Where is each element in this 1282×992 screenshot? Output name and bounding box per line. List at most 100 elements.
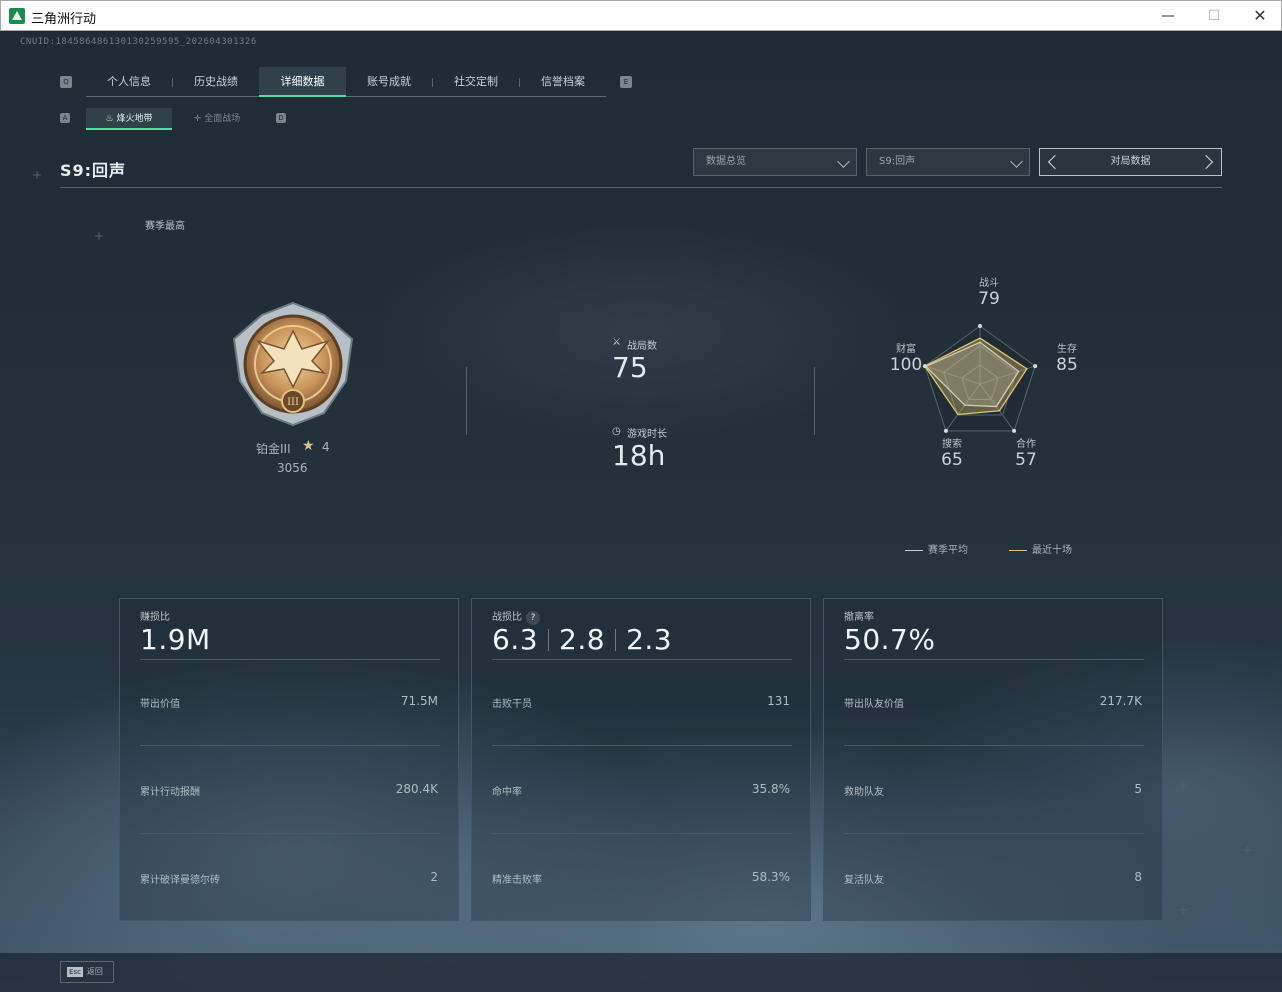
radar-label-combat: 战斗: [979, 278, 999, 289]
deco-plus-icon: +: [1178, 779, 1189, 793]
card-big-part: 2.3: [626, 623, 673, 656]
radar-value-survival: 85: [1056, 355, 1078, 375]
card-divider: [492, 745, 792, 746]
section-divider: [466, 367, 467, 435]
chevron-right-icon[interactable]: [1198, 154, 1214, 170]
card-divider: [140, 659, 440, 660]
cnuid-text: CNUID:18458648613013025959​5_20260430132…: [20, 37, 257, 47]
flame-icon: ♨: [105, 114, 117, 124]
delta-force-logo-icon: [9, 8, 25, 24]
tab-social[interactable]: 社交定制: [433, 67, 519, 97]
subtab-label: 全面战场: [204, 114, 241, 124]
playtime-value: 18h: [612, 439, 666, 472]
tab-detailed-data[interactable]: 详细数据: [259, 67, 346, 97]
clock-icon: ◷: [612, 426, 621, 437]
header-divider: [60, 187, 1222, 188]
profit-loss-card: 赚损比 1.9M 带出价值 71.5M 累计行动报酬 280.4K 累计破译曼德…: [119, 598, 459, 921]
subtab-operations[interactable]: ♨ 烽火地带: [86, 108, 172, 130]
tab-match-history[interactable]: 历史战绩: [173, 67, 259, 97]
svg-text:III: III: [287, 397, 299, 408]
card-big-part: 2.8: [559, 623, 606, 656]
season-title: S9:回声: [60, 161, 127, 180]
chevron-down-icon: [837, 155, 850, 168]
card-divider: [492, 659, 792, 660]
chevron-left-icon[interactable]: [1047, 154, 1063, 170]
card-divider: [844, 833, 1144, 834]
rank-star-icon: ★: [302, 438, 315, 454]
card-divider: [140, 833, 440, 834]
radar-label-search: 搜索: [942, 439, 962, 450]
main-nav: 个人信息 历史战绩 详细数据 账号成就 社交定制 信誉档案: [86, 67, 606, 97]
row-value: 5: [1134, 782, 1142, 796]
card-divider: [844, 745, 1144, 746]
row-value: 131: [767, 694, 790, 708]
nav-next-key-icon[interactable]: E: [620, 76, 632, 88]
card-big-value: 6.3 2.8 2.3: [492, 623, 672, 656]
tab-credit-record[interactable]: 信誉档案: [520, 67, 606, 97]
radar-axis-dot: [1012, 428, 1017, 433]
minimize-button[interactable]: —: [1145, 1, 1191, 31]
row-label: 精准击败率: [492, 875, 542, 886]
radar-label-wealth: 财富: [896, 344, 916, 355]
subnav-prev-key-icon[interactable]: A: [60, 113, 70, 123]
season-best-label: 赛季最高: [145, 221, 185, 232]
radar-value-combat: 79: [978, 289, 1000, 309]
maximize-button[interactable]: ☐: [1191, 1, 1237, 31]
row-value: 8: [1134, 870, 1142, 884]
overview-dropdown[interactable]: 数据总览: [693, 148, 857, 176]
nav-prev-key-icon[interactable]: Q: [60, 76, 72, 88]
platinum-rank-medal-icon: III: [232, 301, 354, 427]
card-label: 撤离率: [844, 612, 874, 623]
subtab-warfare[interactable]: ✛ 全面战场: [174, 108, 260, 130]
deco-plus-icon: +: [1242, 843, 1253, 857]
section-divider: [814, 367, 815, 435]
row-value: 2: [430, 870, 438, 884]
card-label-text: 战损比: [492, 612, 522, 623]
close-button[interactable]: ✕: [1237, 1, 1282, 31]
dropdown-value: 数据总览: [706, 156, 746, 167]
row-label: 救助队友: [844, 787, 884, 798]
radar-value-search: 65: [941, 450, 963, 470]
card-big-part: 6.3: [492, 623, 539, 656]
kd-ratio-card: 战损比? 6.3 2.8 2.3 击败干员 131 命中率 35.8% 精准击败率 …: [471, 598, 811, 921]
radar-label-teamwork: 合作: [1016, 439, 1036, 450]
row-label: 命中率: [492, 787, 522, 798]
card-big-part: 50.7%: [844, 623, 936, 656]
legend-season-avg: 赛季平均: [905, 541, 968, 556]
season-dropdown[interactable]: S9:回声: [866, 148, 1030, 176]
pager-label: 对局数据: [1110, 156, 1151, 167]
back-label: 返回: [86, 967, 103, 976]
back-button[interactable]: Esc 返回: [60, 961, 114, 983]
value-separator: [548, 629, 550, 651]
row-value: 280.4K: [395, 782, 438, 796]
tab-personal-info[interactable]: 个人信息: [86, 67, 172, 97]
crossed-swords-icon: ⚔: [612, 337, 621, 348]
row-value: 217.7K: [1099, 694, 1142, 708]
deco-plus-icon: +: [94, 229, 105, 243]
extraction-rate-card: 撤离率 50.7% 带出队友价值 217.7K 救助队友 5 复活队友 8: [823, 598, 1163, 921]
row-label: 累计行动报酬: [140, 787, 200, 798]
card-big-part: 1.9M: [140, 623, 211, 656]
radar-label-survival: 生存: [1057, 344, 1077, 355]
row-label: 累计破译曼德尔砖: [140, 875, 220, 886]
subtab-label: 烽火地带: [116, 114, 153, 124]
rank-stars-count: 4: [322, 440, 330, 454]
rank-score: 3056: [277, 461, 308, 475]
esc-key-icon: Esc: [67, 967, 83, 977]
card-divider: [844, 659, 1144, 660]
radar-axis-dot: [943, 428, 948, 433]
tab-achievements[interactable]: 账号成就: [346, 67, 432, 97]
game-stage: CNUID:18458648613013025959​5_20260430132…: [0, 31, 1282, 992]
value-separator: [615, 629, 617, 651]
radar-value-teamwork: 57: [1015, 450, 1037, 470]
legend-label: 最近十场: [1032, 545, 1072, 556]
deco-plus-icon: +: [32, 168, 43, 182]
card-divider: [140, 745, 440, 746]
playtime-label: 游戏时长: [627, 429, 667, 440]
subnav-next-key-icon[interactable]: D: [276, 113, 286, 123]
row-label: 带出队友价值: [844, 699, 904, 710]
match-data-pager: 对局数据: [1039, 148, 1222, 176]
card-big-value: 50.7%: [844, 623, 935, 656]
row-label: 击败干员: [492, 699, 532, 710]
row-label: 带出价值: [140, 699, 180, 710]
